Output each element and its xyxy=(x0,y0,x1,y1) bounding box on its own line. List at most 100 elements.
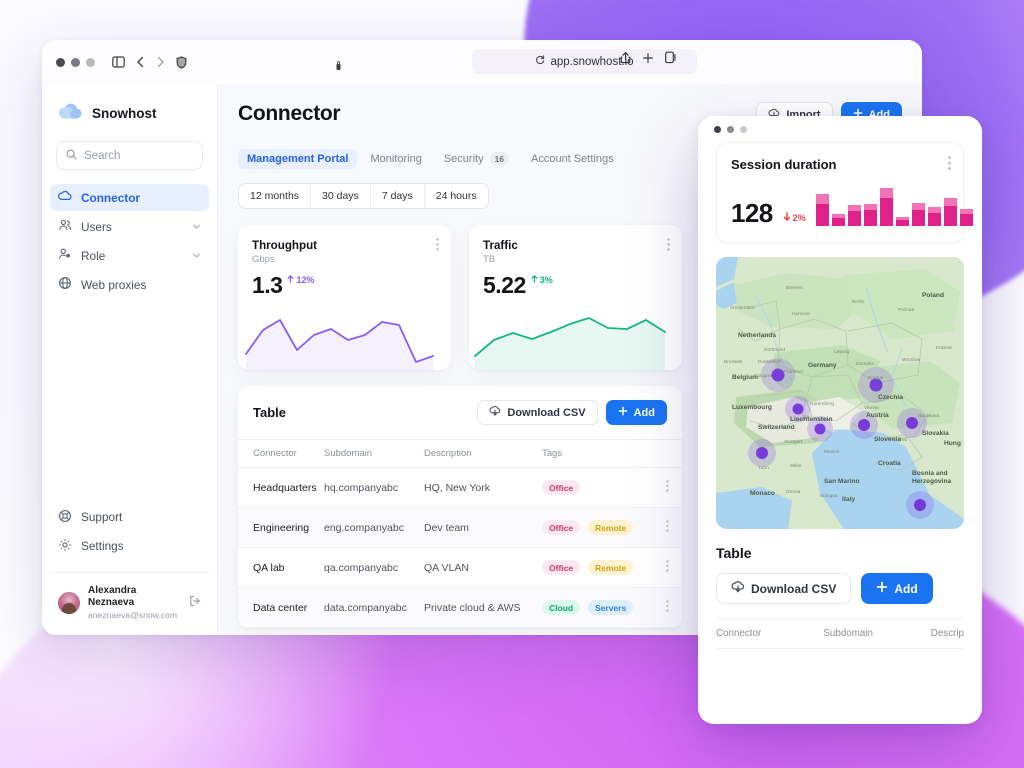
cell-subdomain: data.companyabc xyxy=(324,587,424,628)
download-csv-button[interactable]: Download CSV xyxy=(477,400,598,425)
tag-office: Office xyxy=(542,480,581,495)
table-add-button[interactable]: Add xyxy=(605,400,667,425)
shield-icon[interactable] xyxy=(176,55,187,69)
search-input[interactable]: Search xyxy=(56,141,203,170)
sidebar-item-support[interactable]: Support xyxy=(50,504,209,531)
forward-arrow-icon[interactable] xyxy=(156,56,165,68)
column-header-description[interactable]: Description xyxy=(424,439,542,468)
sidebar-item-users[interactable]: Users xyxy=(50,213,209,240)
metric-delta-label: 3% xyxy=(539,275,553,285)
session-card-title: Session duration xyxy=(731,157,837,172)
phone-download-csv-label: Download CSV xyxy=(751,581,837,596)
range-filter-30-days[interactable]: 30 days xyxy=(311,184,371,208)
map-city-label: Vienna xyxy=(864,405,879,411)
kebab-menu-icon[interactable] xyxy=(948,156,951,170)
map-label: Luxembourg xyxy=(732,404,772,411)
tab-account-settings[interactable]: Account Settings xyxy=(522,149,623,169)
phone-minimize-button[interactable] xyxy=(727,125,734,133)
kebab-menu-icon[interactable] xyxy=(436,238,439,251)
minimize-button[interactable] xyxy=(71,57,80,67)
bar-item xyxy=(959,209,973,226)
metric-delta-label: 12% xyxy=(296,275,315,285)
kebab-menu-icon[interactable] xyxy=(667,238,670,251)
cell-subdomain: eng.companyabc xyxy=(324,507,424,548)
column-header-subdomain[interactable]: Subdomain xyxy=(324,439,424,468)
session-duration-bar-chart xyxy=(815,188,973,226)
range-filter-12-months[interactable]: 12 months xyxy=(239,184,312,208)
secure-lock-icon xyxy=(336,58,341,70)
close-button[interactable] xyxy=(56,57,65,67)
user-profile[interactable]: Alexandra Neznaeva aneznaeva@snow.com xyxy=(50,573,209,635)
chevron-down-icon[interactable] xyxy=(192,220,201,234)
user-name: Alexandra Neznaeva xyxy=(88,584,137,609)
phone-window-controls[interactable] xyxy=(698,116,982,142)
sidebar-item-label: Web proxies xyxy=(81,277,147,292)
cell-subdomain: qa.companyabc xyxy=(324,547,424,588)
column-header-connector[interactable]: Connector xyxy=(238,439,324,468)
bar-item xyxy=(911,203,925,226)
phone-column-header-connector[interactable]: Connector xyxy=(716,628,823,639)
sidebar-item-connector[interactable]: Connector xyxy=(50,184,209,211)
map-label: Germany xyxy=(808,362,837,369)
tab-monitoring[interactable]: Monitoring xyxy=(361,149,430,169)
map-city-label: Prague xyxy=(868,375,884,381)
table-row[interactable]: QA lab qa.companyabc QA VLAN Office Remo… xyxy=(238,547,682,588)
reload-icon[interactable] xyxy=(535,55,545,68)
users-icon xyxy=(58,218,72,235)
tab-label: Security xyxy=(443,152,484,165)
metric-delta: 3% xyxy=(531,274,553,285)
card-title: Traffic xyxy=(483,239,518,252)
range-filter-group: 12 months 30 days 7 days 24 hours xyxy=(238,183,489,209)
map-city-label: Milan xyxy=(790,463,802,469)
tab-management-portal[interactable]: Management Portal xyxy=(238,148,358,169)
table-row[interactable]: Data center data.companyabc Private clou… xyxy=(238,587,682,628)
table-row[interactable]: Headquarters hq.companyabc HQ, New York … xyxy=(238,467,682,508)
row-kebab-menu-icon[interactable] xyxy=(652,507,682,548)
row-kebab-menu-icon[interactable] xyxy=(652,467,682,508)
new-tab-plus-icon[interactable] xyxy=(642,51,654,69)
sidebar-item-web-proxies[interactable]: Web proxies xyxy=(50,271,209,298)
europe-coverage-map[interactable]: Netherlands Belgium Luxembourg Germany P… xyxy=(716,257,964,529)
tag-remote: Remote xyxy=(588,520,634,535)
table-title: Table xyxy=(253,405,286,420)
phone-column-header-description[interactable]: Descrip xyxy=(931,628,964,639)
back-arrow-icon[interactable] xyxy=(136,56,145,68)
sidebar-item-settings[interactable]: Settings xyxy=(50,533,209,560)
sidebar-item-role[interactable]: Role xyxy=(50,242,209,269)
phone-maximize-button[interactable] xyxy=(740,125,747,133)
column-header-tags[interactable]: Tags xyxy=(542,439,652,468)
logout-icon[interactable] xyxy=(189,594,201,612)
tabs-overview-icon[interactable] xyxy=(665,51,676,69)
phone-add-label: Add xyxy=(894,581,918,596)
sidebar-toggle-icon[interactable] xyxy=(112,56,125,68)
brand-name: Snowhost xyxy=(92,106,157,121)
maximize-button[interactable] xyxy=(86,57,95,67)
session-value: 128 xyxy=(731,198,773,228)
range-filter-24-hours[interactable]: 24 hours xyxy=(425,184,488,208)
window-controls[interactable] xyxy=(56,57,95,67)
tab-security[interactable]: Security 16 xyxy=(435,148,518,169)
row-kebab-menu-icon[interactable] xyxy=(652,547,682,588)
phone-close-button[interactable] xyxy=(714,125,721,133)
phone-download-csv-button[interactable]: Download CSV xyxy=(716,573,852,604)
table-row[interactable]: Engineering eng.companyabc Dev team Offi… xyxy=(238,507,682,548)
plus-icon xyxy=(876,581,888,596)
map-label: Italy xyxy=(842,496,856,503)
cell-description: QA VLAN xyxy=(424,547,542,588)
user-email: aneznaeva@snow.com xyxy=(88,609,177,620)
share-icon[interactable] xyxy=(620,51,631,69)
session-delta: 2% xyxy=(783,212,806,223)
map-city-label: Leipzig xyxy=(834,349,850,355)
phone-add-button[interactable]: Add xyxy=(861,573,933,604)
card-unit: Gbps xyxy=(252,254,275,265)
map-label: Herzegovina xyxy=(912,478,952,485)
row-kebab-menu-icon[interactable] xyxy=(652,587,682,628)
map-city-label: Bratislava xyxy=(918,413,939,419)
floating-mobile-panel: Session duration 128 2% Netherlands Belg… xyxy=(698,116,982,724)
bar-item xyxy=(943,198,957,226)
map-city-label: Cologne xyxy=(754,373,772,379)
phone-column-header-subdomain[interactable]: Subdomain xyxy=(823,628,930,639)
range-filter-7-days[interactable]: 7 days xyxy=(371,184,425,208)
bar-item xyxy=(927,207,941,226)
chevron-down-icon[interactable] xyxy=(192,249,201,263)
